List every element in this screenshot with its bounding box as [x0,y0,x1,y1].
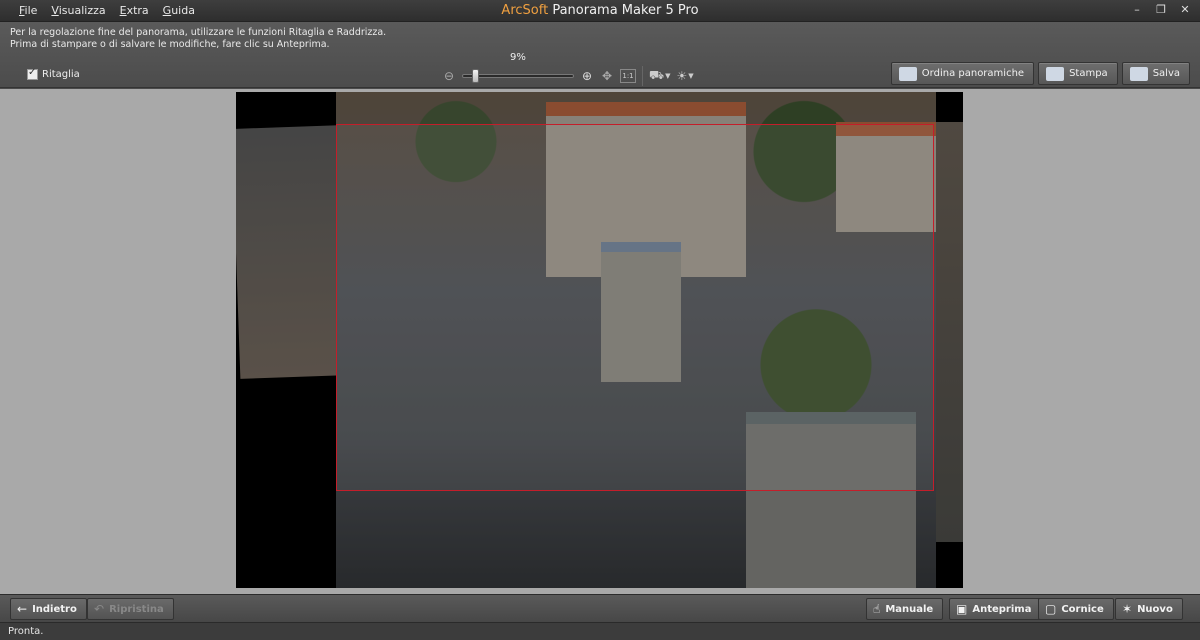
bottom-bar: ← Indietro ↶ Ripristina ☝ Manuale ▣ Ante… [0,594,1200,622]
preview-button[interactable]: ▣ Anteprima [949,598,1042,620]
back-button[interactable]: ← Indietro [10,598,87,620]
menu-bar: File Visualizza Extra Guida [12,4,202,17]
new-icon: ✶ [1122,602,1133,616]
straighten-icon: ⛟ [649,68,665,82]
panorama-image[interactable] [236,92,963,588]
chevron-down-icon: ▼ [688,72,694,80]
crop-area [337,125,933,490]
close-icon[interactable]: ✕ [1178,3,1192,17]
pan-icon[interactable]: ✥ [600,69,614,83]
frame-label: Cornice [1061,603,1104,615]
top-action-buttons: Ordina panoramiche Stampa Salva [890,62,1190,85]
manual-label: Manuale [885,603,934,615]
menu-extra[interactable]: Extra [113,4,156,17]
zoom-slider[interactable] [462,69,574,83]
save-label: Salva [1152,68,1180,79]
actual-size-button[interactable]: 1:1 [620,69,636,83]
zoom-out-icon[interactable]: ⊖ [442,69,456,83]
new-label: Nuovo [1137,603,1173,615]
zoom-in-icon[interactable]: ⊕ [580,69,594,83]
crop-rectangle[interactable] [336,124,934,491]
checkbox-checked-icon[interactable] [27,67,38,80]
arrange-label: Ordina panoramiche [921,68,1025,79]
restore-icon[interactable]: ❐ [1154,3,1168,17]
arrange-icon [898,66,917,81]
straighten-tool-dropdown[interactable]: ⛟ ▼ [649,68,671,84]
restore-button[interactable]: ↶ Ripristina [87,598,174,620]
manual-button[interactable]: ☝ Manuale [866,598,944,620]
frame-icon: ▢ [1045,602,1057,616]
title-brand: ArcSoft [501,3,549,18]
preview-label: Anteprima [972,603,1032,615]
menu-help[interactable]: Guida [156,4,202,17]
arrange-panoramas-button[interactable]: Ordina panoramiche [890,62,1035,85]
arrow-left-icon: ← [17,602,28,616]
crop-checkbox[interactable]: Ritaglia [27,67,80,80]
menu-view[interactable]: Visualizza [44,4,112,17]
title-bar: File Visualizza Extra Guida ArcSoft Pano… [0,0,1200,22]
brightness-icon: ☀ [676,69,688,83]
hint-line-1: Per la regolazione fine del panorama, ut… [10,27,387,38]
menu-file[interactable]: File [12,4,44,17]
zoom-slider-thumb[interactable] [472,69,479,83]
crop-label: Ritaglia [42,69,80,80]
canvas-area [0,89,1200,594]
print-button[interactable]: Stampa [1038,62,1118,85]
new-button[interactable]: ✶ Nuovo [1115,598,1183,620]
brightness-tool-dropdown[interactable]: ☀ ▼ [677,69,694,83]
save-icon [1129,66,1148,81]
hint-text: Per la regolazione fine del panorama, ut… [10,27,386,51]
print-label: Stampa [1069,68,1108,79]
save-button[interactable]: Salva [1121,62,1190,85]
hand-icon: ☝ [873,602,881,616]
toolbar: Per la regolazione fine del panorama, ut… [0,22,1200,88]
window-controls: – ❐ ✕ [1130,3,1192,17]
chevron-down-icon: ▼ [665,72,671,80]
preview-icon: ▣ [956,602,968,616]
status-text: Pronta. [8,626,44,637]
printer-icon [1046,66,1065,81]
status-bar: Pronta. [0,622,1200,640]
zoom-controls: ⊖ ⊕ ✥ 1:1 ⛟ ▼ ☀ ▼ [442,66,694,86]
back-label: Indietro [32,603,77,615]
frame-button[interactable]: ▢ Cornice [1038,598,1114,620]
restore-label: Ripristina [109,603,164,615]
minimize-icon[interactable]: – [1130,3,1144,17]
zoom-percent: 9% [510,52,526,63]
hint-line-2: Prima di stampare o di salvare le modifi… [10,39,330,50]
title-product: Panorama Maker 5 Pro [548,3,699,18]
undo-icon: ↶ [94,602,105,616]
toolbar-separator [642,66,643,86]
